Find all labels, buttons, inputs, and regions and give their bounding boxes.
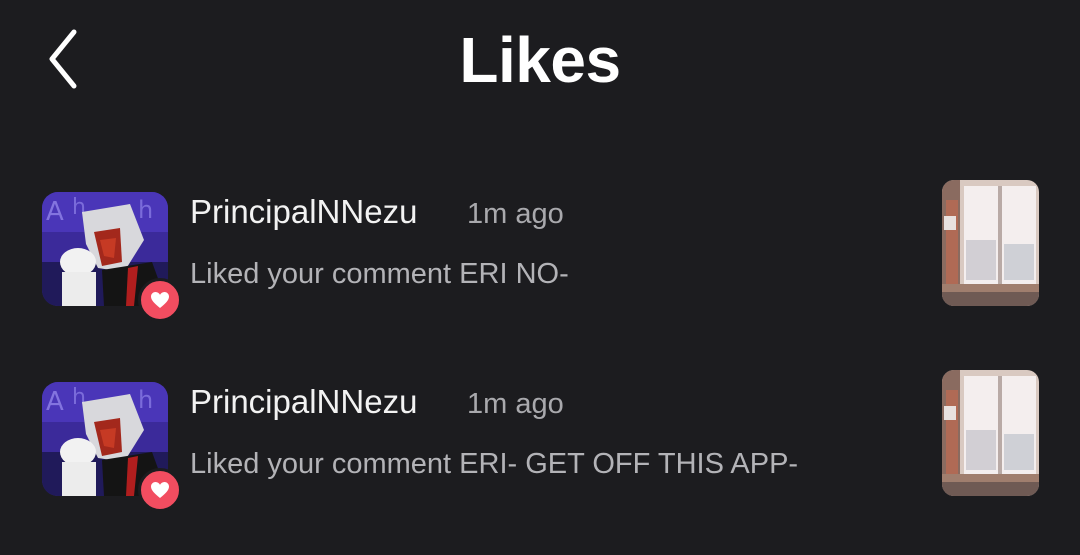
username[interactable]: PrincipalNNezu (190, 192, 417, 232)
notification-message: Liked your comment ERI- GET OFF THIS APP… (190, 448, 799, 480)
timestamp: 1m ago (467, 388, 564, 420)
heart-icon (151, 292, 169, 308)
timestamp: 1m ago (467, 198, 564, 230)
header: Likes (0, 0, 1080, 120)
page-title: Likes (459, 24, 621, 96)
likes-screen: Likes A h h PrincipalNNezu 1m ago Liked … (0, 0, 1080, 555)
notification-item[interactable]: A h h PrincipalNNezu 1m ago Liked your c… (0, 370, 1080, 512)
avatar-container[interactable]: A h h (42, 192, 182, 322)
avatar-container[interactable]: A h h (42, 382, 182, 512)
like-badge (138, 278, 182, 322)
username[interactable]: PrincipalNNezu (190, 382, 417, 422)
svg-text:h: h (138, 196, 153, 224)
post-thumbnail[interactable] (942, 370, 1039, 496)
svg-text:h: h (138, 386, 153, 414)
svg-text:A: A (46, 197, 64, 227)
notification-message: Liked your comment ERI NO- (190, 258, 569, 290)
notification-item[interactable]: A h h PrincipalNNezu 1m ago Liked your c… (0, 180, 1080, 322)
post-thumbnail[interactable] (942, 180, 1039, 306)
svg-text:A: A (46, 387, 64, 417)
heart-icon (151, 482, 169, 498)
like-badge (138, 468, 182, 512)
